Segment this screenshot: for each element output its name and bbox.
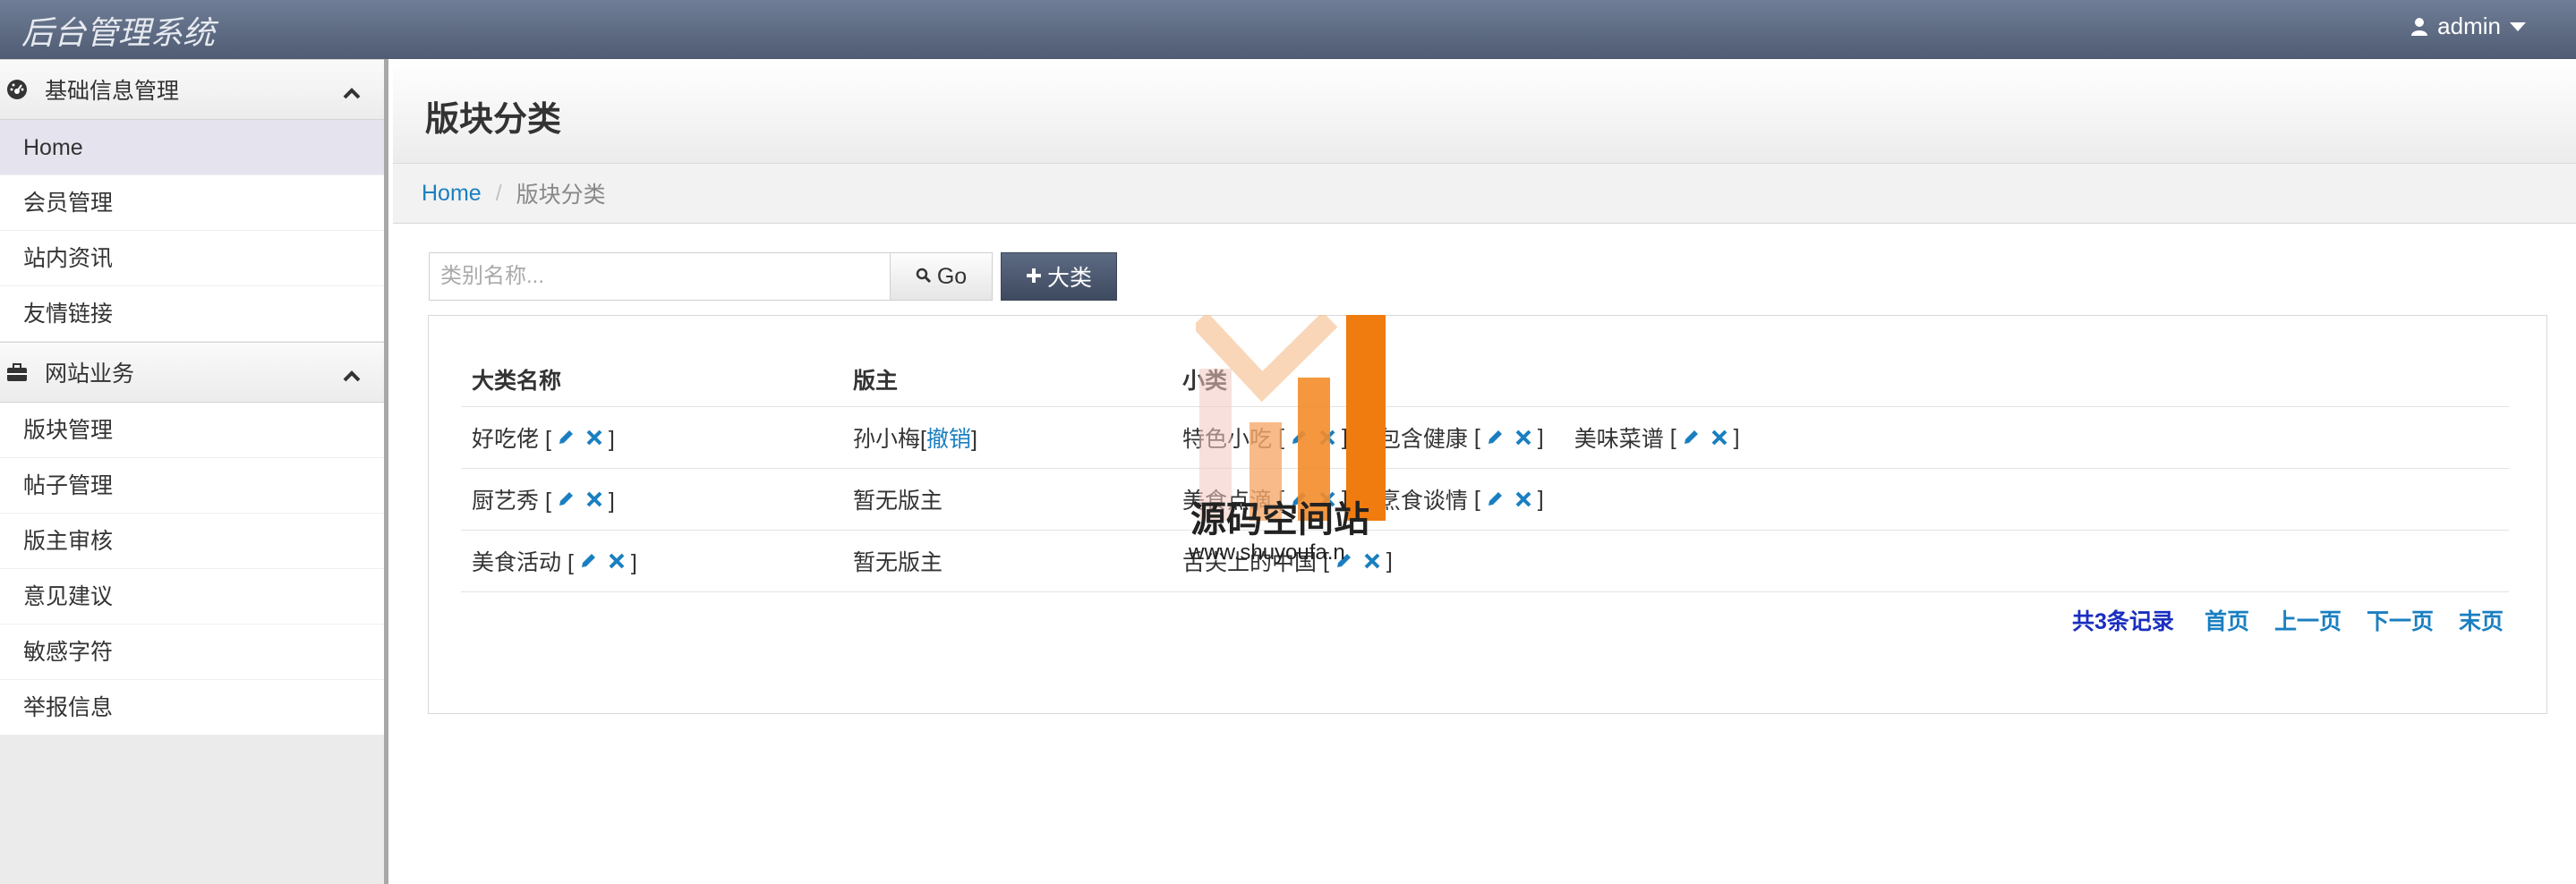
- top-navbar: 后台管理系统 admin: [0, 0, 2576, 59]
- edit-pencil-icon[interactable]: [557, 490, 575, 508]
- moderator-name: 暂无版主: [853, 489, 943, 514]
- breadcrumb-current: 版块分类: [516, 183, 606, 208]
- sidebar-item-posts[interactable]: 帖子管理: [0, 458, 384, 514]
- main-content: 版块分类 Home / 版块分类 Go 大类 大类名称 版主 小类: [393, 59, 2576, 884]
- sidebar-item-moderator-review[interactable]: 版主审核: [0, 514, 384, 569]
- breadcrumb-separator: /: [495, 180, 502, 206]
- moderator-name: 暂无版主: [853, 550, 943, 575]
- revoke-link[interactable]: 撤销: [926, 427, 971, 452]
- delete-x-icon[interactable]: [1710, 429, 1728, 446]
- sidebar-group-title: 网站业务: [45, 361, 135, 387]
- page-header: 版块分类: [393, 59, 2576, 164]
- edit-pencil-icon[interactable]: [1290, 429, 1308, 446]
- dashboard-icon: [5, 78, 29, 101]
- user-icon: [2410, 17, 2428, 37]
- subcategory-name: 包含健康: [1378, 427, 1468, 452]
- category-panel: 大类名称 版主 小类 好吃佬 [] 孙小梅[撤销] 特色小吃 [] 包含健康 […: [428, 315, 2547, 714]
- subcategory-name: 特色小吃: [1182, 427, 1273, 452]
- header-category-name: 大类名称: [472, 368, 562, 394]
- subcategory-cell: 美食点滴 [] 烹食谈情 []: [1182, 483, 2509, 515]
- next-page-link[interactable]: 下一页: [2367, 604, 2434, 636]
- user-menu[interactable]: admin: [2410, 13, 2526, 40]
- plus-icon: [1026, 264, 1042, 290]
- go-label: Go: [936, 263, 968, 289]
- watermark-title: 源码空间站: [1190, 500, 1369, 540]
- table-row: 厨艺秀 [] 暂无版主 美食点滴 [] 烹食谈情 []: [461, 469, 2509, 531]
- moderator-cell: 暂无版主: [853, 545, 1182, 577]
- sidebar-item-boards[interactable]: 版块管理: [0, 403, 384, 458]
- delete-x-icon[interactable]: [1318, 429, 1336, 446]
- sidebar-item-home[interactable]: Home: [0, 120, 384, 175]
- subcategory-name: 美味菜谱: [1574, 427, 1664, 452]
- category-cell: 厨艺秀 []: [472, 489, 615, 514]
- edit-pencil-icon[interactable]: [1682, 429, 1700, 446]
- chevron-up-icon[interactable]: [343, 362, 361, 388]
- add-category-label: 大类: [1046, 266, 1092, 291]
- subcategory-item: 特色小吃 []: [1182, 421, 1348, 454]
- category-name: 好吃佬: [472, 427, 540, 452]
- header-moderator: 版主: [853, 368, 899, 394]
- category-table: 大类名称 版主 小类 好吃佬 [] 孙小梅[撤销] 特色小吃 [] 包含健康 […: [461, 352, 2509, 592]
- edit-pencil-icon[interactable]: [1486, 429, 1504, 446]
- watermark-url: www.shuyoufa.n: [1189, 540, 1345, 565]
- sidebar-group-site-business[interactable]: 网站业务: [0, 342, 384, 403]
- subcategory-item: 烹食谈情 []: [1378, 483, 1544, 515]
- edit-pencil-icon[interactable]: [557, 429, 575, 446]
- add-category-button[interactable]: 大类: [1001, 252, 1117, 301]
- page-title: 版块分类: [425, 101, 562, 139]
- sidebar-group-basic-info[interactable]: 基础信息管理: [0, 59, 384, 120]
- delete-x-icon[interactable]: [1363, 552, 1381, 570]
- table-header-row: 大类名称 版主 小类: [461, 352, 2509, 407]
- category-search-input[interactable]: [429, 252, 891, 301]
- subcategory-cell: 特色小吃 [] 包含健康 [] 美味菜谱 []: [1182, 421, 2509, 454]
- edit-pencil-icon[interactable]: [579, 552, 597, 570]
- subcategory-cell: 舌尖上的中国 []: [1182, 545, 2509, 577]
- delete-x-icon[interactable]: [585, 490, 603, 508]
- delete-x-icon[interactable]: [1514, 429, 1532, 446]
- briefcase-icon: [5, 361, 29, 384]
- sidebar-item-feedback[interactable]: 意见建议: [0, 569, 384, 625]
- last-page-link[interactable]: 末页: [2459, 604, 2503, 636]
- subcategory-item: 美味菜谱 []: [1574, 421, 1740, 454]
- category-cell: 好吃佬 []: [472, 427, 615, 452]
- pagination: 共3条记录 首页 上一页 下一页 末页: [2072, 604, 2503, 636]
- sidebar-item-members[interactable]: 会员管理: [0, 175, 384, 231]
- subcategory-name: 烹食谈情: [1378, 489, 1468, 514]
- chevron-up-icon[interactable]: [343, 80, 361, 106]
- total-records: 共3条记录: [2072, 609, 2174, 634]
- category-name: 美食活动: [472, 550, 562, 575]
- prev-page-link[interactable]: 上一页: [2274, 604, 2341, 636]
- delete-x-icon[interactable]: [608, 552, 626, 570]
- delete-x-icon[interactable]: [585, 429, 603, 446]
- header-subcategory: 小类: [1182, 368, 1228, 394]
- category-name: 厨艺秀: [472, 489, 540, 514]
- moderator-name: 孙小梅: [853, 427, 921, 452]
- breadcrumb: Home / 版块分类: [393, 164, 2576, 224]
- subcategory-item: 包含健康 []: [1378, 421, 1544, 454]
- sidebar-item-sensitive-words[interactable]: 敏感字符: [0, 625, 384, 680]
- breadcrumb-home-link[interactable]: Home: [422, 181, 482, 207]
- user-name: admin: [2437, 13, 2501, 39]
- go-button[interactable]: Go: [891, 252, 993, 301]
- table-row: 美食活动 [] 暂无版主 舌尖上的中国 []: [461, 531, 2509, 592]
- brand-title: 后台管理系统: [21, 15, 216, 52]
- sidebar-item-news[interactable]: 站内资讯: [0, 231, 384, 286]
- moderator-cell: 孙小梅[撤销]: [853, 427, 977, 452]
- sidebar-group-title: 基础信息管理: [45, 79, 180, 104]
- table-row: 好吃佬 [] 孙小梅[撤销] 特色小吃 [] 包含健康 [] 美味菜谱 []: [461, 407, 2509, 469]
- delete-x-icon[interactable]: [1514, 490, 1532, 508]
- first-page-link[interactable]: 首页: [2205, 604, 2249, 636]
- category-cell: 美食活动 []: [472, 550, 637, 575]
- sidebar-item-reports[interactable]: 举报信息: [0, 680, 384, 735]
- edit-pencil-icon[interactable]: [1486, 490, 1504, 508]
- moderator-cell: 暂无版主: [853, 483, 1182, 515]
- caret-down-icon: [2510, 21, 2526, 31]
- sidebar-item-links[interactable]: 友情链接: [0, 286, 384, 342]
- sidebar: 基础信息管理 Home 会员管理 站内资讯 友情链接 网站业务 版块管理 帖子管…: [0, 59, 388, 884]
- toolbar: Go 大类: [429, 252, 1117, 301]
- search-icon: [916, 264, 932, 290]
